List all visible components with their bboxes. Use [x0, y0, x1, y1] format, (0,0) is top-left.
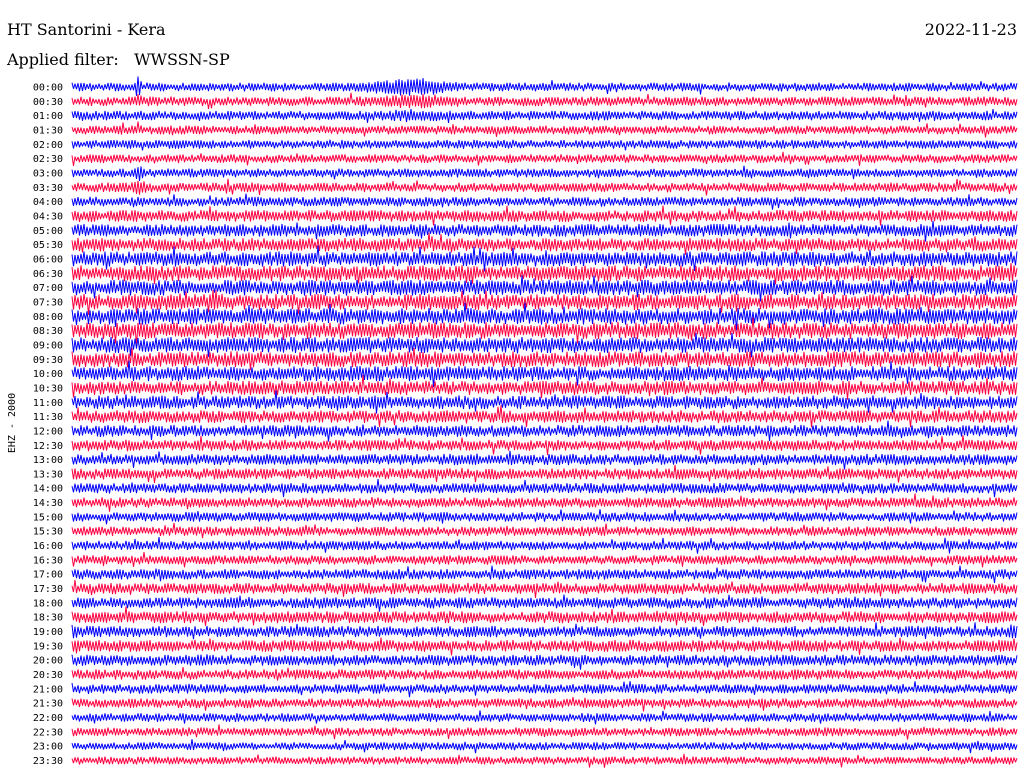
trace-row [71, 405, 1018, 428]
row-tick-label: 04:30 [33, 211, 63, 222]
row-tick-label: 00:30 [33, 97, 63, 108]
row-tick-label: 22:30 [33, 727, 63, 738]
trace-row [71, 121, 1018, 138]
trace-row [71, 637, 1018, 656]
row-tick-label: 17:00 [33, 570, 63, 581]
trace-row [71, 478, 1018, 498]
trace-row [71, 493, 1018, 512]
trace-row [71, 92, 1018, 109]
row-tick-label: 11:30 [33, 412, 63, 423]
row-tick-label: 02:30 [33, 154, 63, 165]
trace-row [71, 420, 1018, 442]
row-tick-label: 09:00 [33, 340, 63, 351]
row-tick-label: 04:00 [33, 197, 63, 208]
trace-row [71, 654, 1018, 670]
trace-row [71, 435, 1018, 456]
row-tick-label: 03:30 [33, 183, 63, 194]
trace-row [71, 710, 1018, 725]
trace-row [71, 606, 1018, 626]
trace-row [71, 753, 1018, 768]
trace-row [71, 193, 1018, 210]
row-tick-label: 12:30 [33, 441, 63, 452]
row-tick-label: 07:30 [33, 297, 63, 308]
trace-row [71, 579, 1018, 599]
row-tick-label: 14:30 [33, 498, 63, 509]
trace-row [71, 464, 1018, 483]
trace-row [71, 151, 1018, 166]
row-tick-label: 06:00 [33, 254, 63, 265]
row-tick-label: 18:00 [33, 598, 63, 609]
row-tick-label: 19:30 [33, 641, 63, 652]
row-tick-label: 15:30 [33, 527, 63, 538]
row-tick-label: 21:00 [33, 684, 63, 695]
trace-row [71, 360, 1018, 388]
row-tick-label: 14:00 [33, 484, 63, 495]
row-tick-label: 07:00 [33, 283, 63, 294]
row-tick-label: 13:30 [33, 469, 63, 480]
row-tick-label: 21:30 [33, 699, 63, 710]
trace-row [71, 450, 1018, 470]
trace-row [71, 205, 1018, 226]
trace-row [71, 232, 1018, 255]
trace-row [71, 552, 1018, 568]
trace-row [71, 697, 1018, 712]
row-tick-label: 06:30 [33, 269, 63, 280]
trace-row [71, 667, 1018, 681]
trace-row [71, 263, 1018, 285]
trace-row [71, 178, 1018, 196]
trace-row [71, 509, 1018, 525]
row-tick-label: 10:00 [33, 369, 63, 380]
row-tick-label: 22:00 [33, 713, 63, 724]
row-tick-label: 20:30 [33, 670, 63, 681]
row-tick-label: 16:00 [33, 541, 63, 552]
row-tick-label: 17:30 [33, 584, 63, 595]
row-tick-label: 10:30 [33, 383, 63, 394]
trace-row [71, 681, 1018, 698]
trace-row [71, 522, 1018, 539]
trace-row [71, 108, 1018, 123]
trace-row [71, 565, 1018, 584]
row-tick-label: 19:00 [33, 627, 63, 638]
trace-row [71, 594, 1018, 612]
trace-row [71, 537, 1018, 554]
trace-row [71, 739, 1018, 754]
traces-group [71, 76, 1018, 768]
row-tick-label: 03:00 [33, 168, 63, 179]
row-tick-label: 08:30 [33, 326, 63, 337]
row-tick-label: 12:00 [33, 426, 63, 437]
row-tick-label: 02:00 [33, 140, 63, 151]
trace-row [71, 724, 1018, 740]
row-tick-label: 00:00 [33, 83, 63, 94]
trace-row [71, 139, 1018, 151]
row-tick-label: 15:00 [33, 512, 63, 523]
row-tick-label: 09:30 [33, 355, 63, 366]
row-tick-label: 05:00 [33, 226, 63, 237]
row-tick-labels: 00:00 00:30 01:00 01:30 02:00 02:30 03:00 03:30… [33, 83, 63, 768]
trace-row [71, 622, 1018, 640]
row-tick-label: 18:30 [33, 613, 63, 624]
trace-row [71, 220, 1018, 242]
row-tick-label: 05:30 [33, 240, 63, 251]
row-tick-label: 01:30 [33, 125, 63, 136]
trace-row [71, 76, 1018, 96]
row-tick-label: 08:00 [33, 312, 63, 323]
seismogram-page: HT Santorini - Kera 2022-11-23 Applied f… [0, 0, 1024, 780]
row-tick-label: 01:00 [33, 111, 63, 122]
row-tick-label: 23:30 [33, 756, 63, 767]
row-tick-label: 11:00 [33, 398, 63, 409]
seismogram-plot: 00:00 00:30 01:00 01:30 02:00 02:30 03:00 03:30… [33, 76, 1018, 768]
row-tick-label: 16:30 [33, 555, 63, 566]
row-tick-label: 20:00 [33, 656, 63, 667]
row-tick-label: 23:00 [33, 742, 63, 753]
row-tick-label: 13:00 [33, 455, 63, 466]
trace-row [71, 165, 1018, 182]
trace-row [71, 347, 1018, 371]
